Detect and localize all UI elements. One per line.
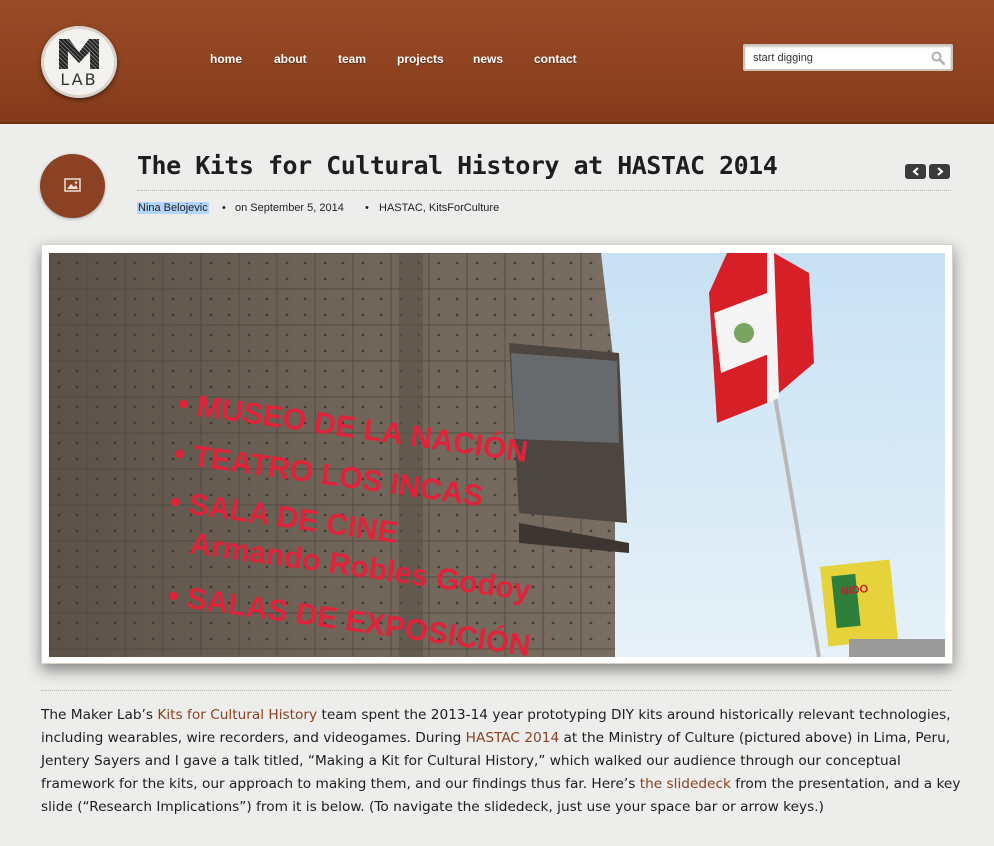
- chevron-right-icon: [936, 167, 944, 176]
- nav-contact[interactable]: contact: [534, 52, 577, 66]
- meta-bullet: •: [365, 202, 369, 214]
- nav-team[interactable]: team: [338, 52, 366, 66]
- maker-lab-logo[interactable]: LAB: [41, 26, 117, 98]
- post-date: on September 5, 2014: [235, 202, 344, 214]
- featured-image-frame: • MUSEO DE LA NACIÓN • TEATRO LOS INCAS …: [41, 244, 953, 664]
- featured-photo: • MUSEO DE LA NACIÓN • TEATRO LOS INCAS …: [49, 253, 945, 657]
- title-divider: [137, 190, 951, 191]
- slidedeck-link[interactable]: the slidedeck: [640, 776, 731, 792]
- content-divider: [41, 690, 951, 691]
- nav-about[interactable]: about: [274, 52, 307, 66]
- nav-home[interactable]: home: [210, 52, 242, 66]
- previous-post-button[interactable]: [905, 164, 926, 179]
- author-link[interactable]: Nina Belojevic: [137, 202, 209, 214]
- kits-for-cultural-history-link[interactable]: Kits for Cultural History: [157, 707, 317, 723]
- post-content: The Maker Lab’s Kits for Cultural Histor…: [41, 704, 961, 819]
- post-title: The Kits for Cultural History at HASTAC …: [137, 151, 778, 180]
- post-format-badge: [40, 154, 105, 218]
- site-header: LAB home about team projects news contac…: [0, 0, 994, 124]
- meta-bullet: •: [222, 202, 226, 214]
- museum-photo: • MUSEO DE LA NACIÓN • TEATRO LOS INCAS …: [49, 253, 945, 657]
- chevron-left-icon: [911, 167, 919, 176]
- nav-news[interactable]: news: [473, 52, 503, 66]
- logo-m-mark: [59, 39, 99, 69]
- search-box: [743, 44, 953, 71]
- body-text: The Maker Lab’s: [41, 707, 158, 723]
- search-icon[interactable]: [931, 51, 945, 65]
- post-categories[interactable]: HASTAC, KitsForCulture: [379, 202, 499, 214]
- logo-text: LAB: [60, 70, 98, 89]
- next-post-button[interactable]: [929, 164, 950, 179]
- nav-projects[interactable]: projects: [397, 52, 444, 66]
- search-input[interactable]: [753, 50, 923, 66]
- image-icon: [64, 178, 81, 192]
- hastac-2014-link[interactable]: HASTAC 2014: [466, 730, 560, 746]
